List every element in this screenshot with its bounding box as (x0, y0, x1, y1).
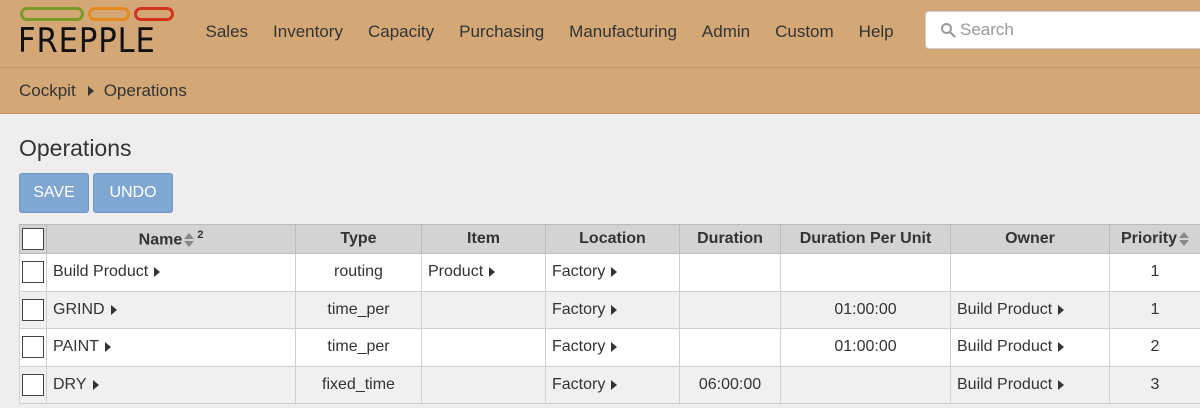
cell-name[interactable]: DRY (46, 365, 296, 404)
caret-right-icon[interactable] (92, 379, 99, 390)
column-header-location[interactable]: Location (545, 224, 680, 254)
caret-right-icon[interactable] (611, 342, 618, 353)
column-header-duration[interactable]: Duration (679, 224, 781, 254)
cell-type[interactable]: routing (295, 253, 422, 292)
cell-duration[interactable] (679, 253, 781, 292)
menu-item-custom[interactable]: Custom (763, 22, 847, 42)
cell-item[interactable] (421, 365, 546, 404)
row-checkbox[interactable] (22, 261, 44, 284)
cell-type[interactable]: time_per (295, 290, 422, 329)
cell-priority[interactable]: 1 (1109, 290, 1200, 329)
column-header-owner[interactable]: Owner (950, 224, 1110, 254)
cell-duration-per-unit[interactable] (780, 253, 951, 292)
breadcrumb-item-cockpit[interactable]: Cockpit (19, 81, 76, 101)
cell-location[interactable]: Factory (545, 365, 680, 404)
cell-location[interactable]: Factory (545, 290, 680, 329)
cell-type[interactable]: fixed_time (295, 365, 422, 404)
cell-duration[interactable]: 06:00:00 (679, 365, 781, 404)
sort-order-badge: 2 (197, 228, 204, 241)
menu-item-inventory[interactable]: Inventory (261, 22, 356, 42)
cell-name[interactable]: GRIND (46, 290, 296, 329)
column-header-duration-per-unit[interactable]: Duration Per Unit (780, 224, 951, 254)
breadcrumb: Cockpit Operations (0, 68, 1200, 114)
search-box[interactable] (925, 11, 1200, 49)
caret-right-icon (87, 85, 94, 96)
caret-right-icon[interactable] (1058, 304, 1065, 315)
cell-location[interactable]: Factory (545, 328, 680, 367)
cell-priority[interactable]: 1 (1109, 253, 1200, 292)
cell-owner[interactable]: Build Product (950, 365, 1110, 404)
row-checkbox[interactable] (22, 336, 44, 359)
cell-duration[interactable] (679, 328, 781, 367)
caret-right-icon[interactable] (611, 379, 618, 390)
cell-priority[interactable]: 3 (1109, 365, 1200, 404)
row-checkbox[interactable] (22, 298, 44, 321)
caret-right-icon[interactable] (611, 304, 618, 315)
frepple-logo[interactable]: FREPPLE (18, 7, 178, 59)
sort-icon[interactable] (1179, 231, 1189, 246)
column-header-name[interactable]: Name 2 (46, 224, 296, 254)
select-all-header (19, 224, 47, 254)
menu-item-sales[interactable]: Sales (193, 22, 261, 42)
cell-type[interactable]: time_per (295, 328, 422, 367)
save-button[interactable]: SAVE (19, 173, 89, 213)
column-header-item[interactable]: Item (421, 224, 546, 254)
table-header-row: Name 2 Type Item Location Duration Durati… (19, 224, 1200, 254)
caret-right-icon[interactable] (110, 304, 117, 315)
table-row[interactable]: DRY fixed_time Factory 06:00:00 Build Pr… (19, 365, 1200, 404)
caret-right-icon[interactable] (489, 267, 496, 278)
row-checkbox[interactable] (22, 373, 44, 396)
cell-duration-per-unit[interactable] (780, 365, 951, 404)
operations-table: Name 2 Type Item Location Duration Durati… (19, 224, 1200, 404)
table-row[interactable]: GRIND time_per Factory 01:00:00 Build Pr… (19, 290, 1200, 329)
menu-item-manufacturing[interactable]: Manufacturing (557, 22, 690, 42)
cell-item[interactable]: Product (421, 253, 546, 292)
cell-owner[interactable]: Build Product (950, 290, 1110, 329)
caret-right-icon[interactable] (104, 342, 111, 353)
caret-right-icon[interactable] (1058, 379, 1065, 390)
table-row[interactable]: Build Product routing Product Factory 1 (19, 253, 1200, 292)
search-icon (941, 23, 956, 38)
menu-item-capacity[interactable]: Capacity (355, 22, 446, 42)
cell-item[interactable] (421, 328, 546, 367)
page-title: Operations (19, 135, 132, 161)
caret-right-icon[interactable] (1058, 342, 1065, 353)
menu-item-purchasing[interactable]: Purchasing (447, 22, 557, 42)
undo-button[interactable]: UNDO (93, 173, 173, 213)
search-input[interactable] (960, 20, 1200, 40)
cell-location[interactable]: Factory (545, 253, 680, 292)
logo-text: FREPPLE (18, 21, 156, 61)
caret-right-icon[interactable] (611, 267, 618, 278)
cell-duration-per-unit[interactable]: 01:00:00 (780, 290, 951, 329)
main-menu: Sales Inventory Capacity Purchasing Manu… (193, 0, 906, 64)
cell-name[interactable]: PAINT (46, 328, 296, 367)
select-all-checkbox[interactable] (22, 228, 44, 250)
top-navbar: FREPPLE Sales Inventory Capacity Purchas… (0, 0, 1200, 68)
sort-icon[interactable] (184, 232, 195, 247)
cell-item[interactable] (421, 290, 546, 329)
cell-duration-per-unit[interactable]: 01:00:00 (780, 328, 951, 367)
cell-name[interactable]: Build Product (46, 253, 296, 292)
caret-right-icon[interactable] (154, 267, 161, 278)
cell-owner[interactable] (950, 253, 1110, 292)
column-header-priority[interactable]: Priority (1109, 224, 1200, 254)
menu-item-admin[interactable]: Admin (689, 22, 762, 42)
cell-duration[interactable] (679, 290, 781, 329)
column-header-type[interactable]: Type (295, 224, 422, 254)
cell-priority[interactable]: 2 (1109, 328, 1200, 367)
breadcrumb-item-operations[interactable]: Operations (104, 81, 187, 101)
table-row[interactable]: PAINT time_per Factory 01:00:00 Build Pr… (19, 328, 1200, 367)
menu-item-help[interactable]: Help (846, 22, 906, 42)
cell-owner[interactable]: Build Product (950, 328, 1110, 367)
